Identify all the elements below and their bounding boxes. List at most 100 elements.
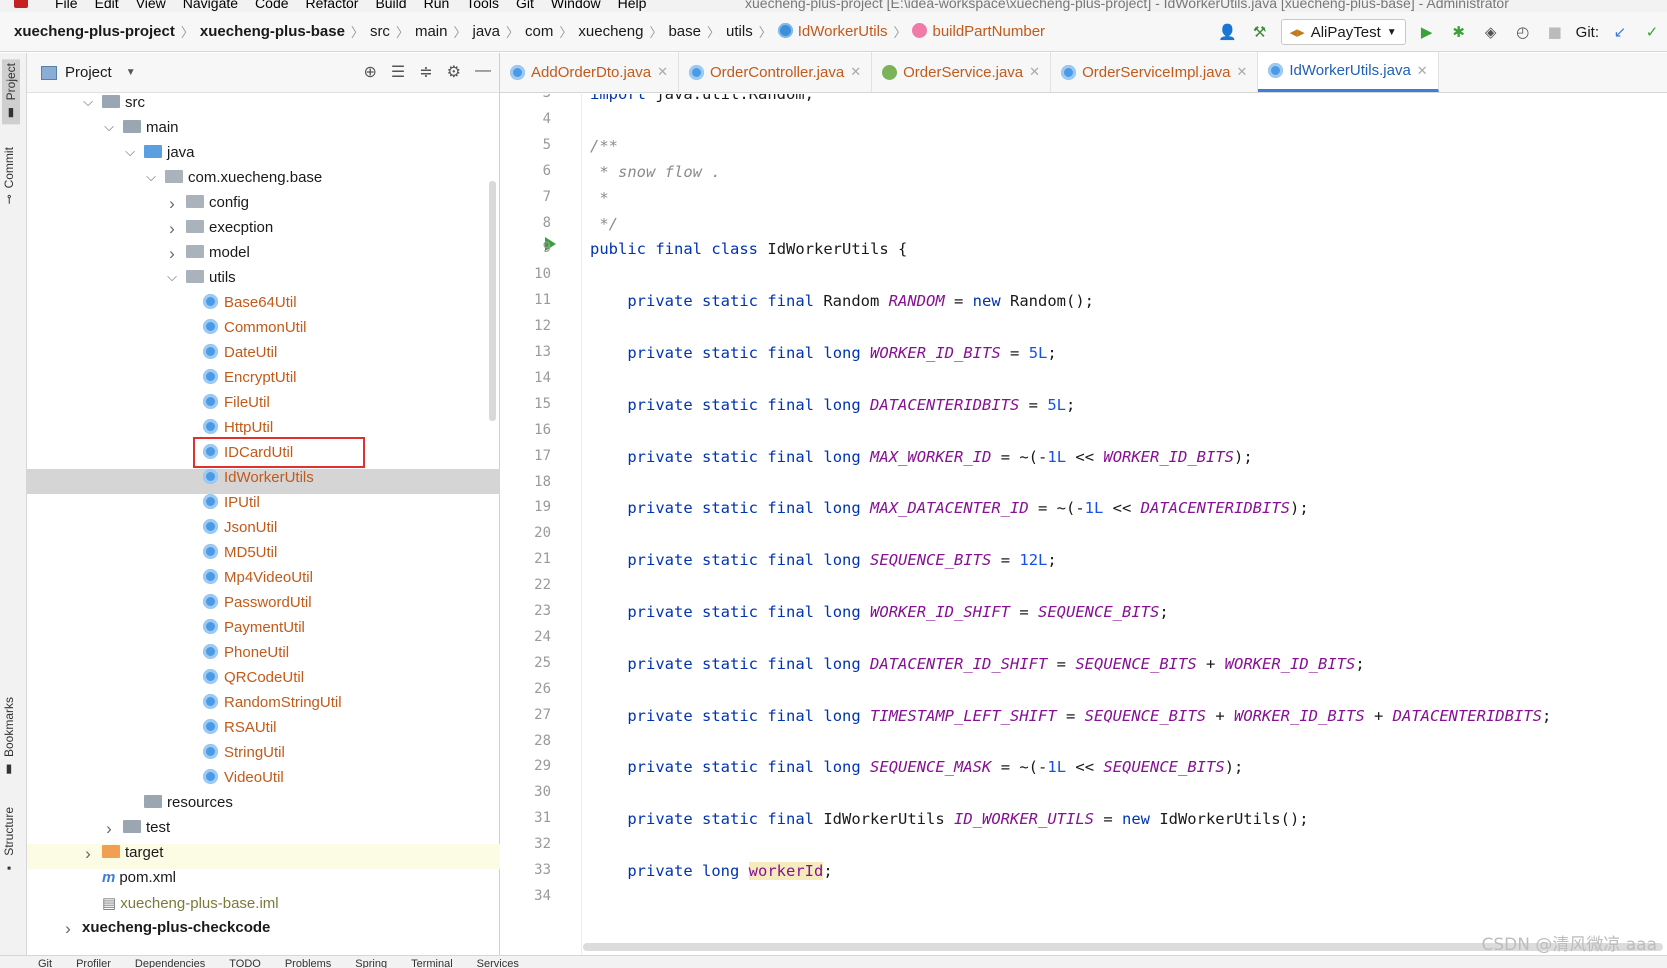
git-commit-icon[interactable]: ✓ xyxy=(1641,21,1663,43)
tree-row-iputil[interactable]: IPUtil xyxy=(27,494,500,519)
tree-row-qrcodeutil[interactable]: QRCodeUtil xyxy=(27,669,500,694)
menu-item-navigate[interactable]: Navigate xyxy=(183,0,238,11)
expand-all-icon[interactable]: ☰ xyxy=(391,62,405,82)
chevron-down-icon[interactable]: ⌵ xyxy=(145,169,157,185)
chevron-down-icon[interactable]: ⌵ xyxy=(82,94,94,110)
bookmarks-tool-tab[interactable]: ▮ Bookmarks xyxy=(2,697,16,777)
chevron-down-icon[interactable]: ⌵ xyxy=(124,144,136,160)
menu-item-build[interactable]: Build xyxy=(375,0,406,11)
tree-row-src[interactable]: ⌵ src xyxy=(27,94,500,119)
tree-scrollbar[interactable] xyxy=(489,181,496,421)
tree-row-com-xuecheng-base[interactable]: ⌵ com.xuecheng.base xyxy=(27,169,500,194)
code-line[interactable]: private static final Random RANDOM = new… xyxy=(590,292,1094,310)
code-line[interactable]: private long workerId; xyxy=(590,862,833,880)
code-editor[interactable]: 3456789101112131415161718192021222324252… xyxy=(500,94,1667,955)
tree-row-md5util[interactable]: MD5Util xyxy=(27,544,500,569)
code-line[interactable]: private static final long DATACENTERIDBI… xyxy=(590,396,1075,414)
tree-row-pom-xml[interactable]: m pom.xml xyxy=(27,869,500,894)
chevron-down-icon[interactable]: ⌵ xyxy=(103,119,115,135)
tree-row-videoutil[interactable]: VideoUtil xyxy=(27,769,500,794)
code-line[interactable]: private static final long MAX_WORKER_ID … xyxy=(590,448,1252,466)
menu-item-window[interactable]: Window xyxy=(551,0,601,11)
code-line[interactable]: * xyxy=(590,189,608,207)
tree-row-stringutil[interactable]: StringUtil xyxy=(27,744,500,769)
close-icon[interactable]: ✕ xyxy=(1029,64,1040,80)
tool-tab-services[interactable]: Services xyxy=(477,958,519,968)
code-line[interactable]: /** xyxy=(590,137,618,155)
run-config-select[interactable]: ◂▸ AliPayTest ▼ xyxy=(1280,19,1406,45)
user-icon[interactable]: 👤 xyxy=(1217,21,1239,43)
code-line[interactable]: private static final long DATACENTER_ID_… xyxy=(590,655,1364,673)
tree-row-rsautil[interactable]: RSAUtil xyxy=(27,719,500,744)
project-panel-title[interactable]: Project xyxy=(65,64,112,81)
menu-item-file[interactable]: File xyxy=(55,0,78,11)
menu-item-help[interactable]: Help xyxy=(618,0,647,11)
editor-tab-orderservice-java[interactable]: OrderService.java ✕ xyxy=(872,52,1052,92)
tree-row-test[interactable]: › test xyxy=(27,819,500,844)
tree-row-base64util[interactable]: Base64Util xyxy=(27,294,500,319)
tool-tab-terminal[interactable]: Terminal xyxy=(411,958,453,968)
tool-tab-spring[interactable]: Spring xyxy=(355,958,387,968)
code-line[interactable]: */ xyxy=(590,215,618,233)
tool-tab-dependencies[interactable]: Dependencies xyxy=(135,958,205,968)
tool-tab-todo[interactable]: TODO xyxy=(229,958,261,968)
breadcrumb-item[interactable]: base xyxy=(668,23,701,40)
tree-row-fileutil[interactable]: FileUtil xyxy=(27,394,500,419)
gear-icon[interactable]: ⚙ xyxy=(447,62,461,82)
stop-icon[interactable]: ■ xyxy=(1544,21,1566,43)
tree-row-utils[interactable]: ⌵ utils xyxy=(27,269,500,294)
tree-row-passwordutil[interactable]: PasswordUtil xyxy=(27,594,500,619)
tool-tab-profiler[interactable]: Profiler xyxy=(76,958,111,968)
code-line[interactable]: private static final long MAX_DATACENTER… xyxy=(590,499,1308,517)
tool-tab-git[interactable]: Git xyxy=(38,958,52,968)
editor-tab-orderserviceimpl-java[interactable]: OrderServiceImpl.java ✕ xyxy=(1051,52,1259,92)
tree-row-idworkerutils[interactable]: IdWorkerUtils xyxy=(27,469,500,494)
breadcrumb-item[interactable]: xuecheng-plus-project xyxy=(14,23,175,40)
code-line[interactable]: private static final long SEQUENCE_MASK … xyxy=(590,758,1243,776)
hide-icon[interactable]: — xyxy=(475,62,491,82)
code-line[interactable]: private static final long WORKER_ID_SHIF… xyxy=(590,603,1168,621)
code-line[interactable]: private static final long TIMESTAMP_LEFT… xyxy=(590,707,1551,725)
tree-row-randomstringutil[interactable]: RandomStringUtil xyxy=(27,694,500,719)
code-line[interactable]: private static final long SEQUENCE_BITS … xyxy=(590,551,1056,569)
editor-tab-ordercontroller-java[interactable]: OrderController.java ✕ xyxy=(679,52,873,92)
breadcrumb-item[interactable]: xuecheng xyxy=(578,23,643,40)
menu-item-refactor[interactable]: Refactor xyxy=(306,0,359,11)
tree-row-mp4videoutil[interactable]: Mp4VideoUtil xyxy=(27,569,500,594)
tree-row-model[interactable]: › model xyxy=(27,244,500,269)
menu-item-edit[interactable]: Edit xyxy=(95,0,119,11)
close-icon[interactable]: ✕ xyxy=(657,64,668,80)
tree-row-config[interactable]: › config xyxy=(27,194,500,219)
tree-row-encryptutil[interactable]: EncryptUtil xyxy=(27,369,500,394)
code-line[interactable]: * snow flow . xyxy=(590,163,720,181)
debug-icon[interactable]: ✱ xyxy=(1448,21,1470,43)
menu-item-git[interactable]: Git xyxy=(516,0,534,11)
chevron-right-icon[interactable]: › xyxy=(166,194,178,214)
structure-tool-tab[interactable]: ▪ Structure xyxy=(2,807,16,876)
chevron-right-icon[interactable]: › xyxy=(166,219,178,239)
breadcrumb-item[interactable]: buildPartNumber xyxy=(912,23,1045,40)
tree-row-xuecheng-plus-checkcode[interactable]: › xuecheng-plus-checkcode xyxy=(27,919,500,944)
close-icon[interactable]: ✕ xyxy=(1417,63,1428,79)
chevron-right-icon[interactable]: › xyxy=(62,919,74,939)
tree-row-resources[interactable]: resources xyxy=(27,794,500,819)
chevron-right-icon[interactable]: › xyxy=(166,244,178,264)
menu-item-tools[interactable]: Tools xyxy=(466,0,499,11)
editor-tab-addorderdto-java[interactable]: AddOrderDto.java ✕ xyxy=(500,52,679,92)
tree-row-paymentutil[interactable]: PaymentUtil xyxy=(27,619,500,644)
commit-tool-tab[interactable]: ⊸ Commit xyxy=(2,147,16,204)
editor-tab-idworkerutils-java[interactable]: IdWorkerUtils.java ✕ xyxy=(1258,52,1439,92)
tool-tab-problems[interactable]: Problems xyxy=(285,958,331,968)
breadcrumb-item[interactable]: xuecheng-plus-base xyxy=(200,23,345,40)
run-icon[interactable]: ▶ xyxy=(1416,21,1438,43)
menu-item-run[interactable]: Run xyxy=(424,0,450,11)
tree-row-target[interactable]: › target xyxy=(27,844,500,869)
close-icon[interactable]: ✕ xyxy=(1236,64,1247,80)
tree-row-commonutil[interactable]: CommonUtil xyxy=(27,319,500,344)
tree-row-main[interactable]: ⌵ main xyxy=(27,119,500,144)
breadcrumb-item[interactable]: utils xyxy=(726,23,753,40)
tree-row-execption[interactable]: › execption xyxy=(27,219,500,244)
build-hammer-icon[interactable]: ⚒ xyxy=(1249,21,1271,43)
locate-icon[interactable]: ⊕ xyxy=(364,62,377,82)
tree-row-java[interactable]: ⌵ java xyxy=(27,144,500,169)
